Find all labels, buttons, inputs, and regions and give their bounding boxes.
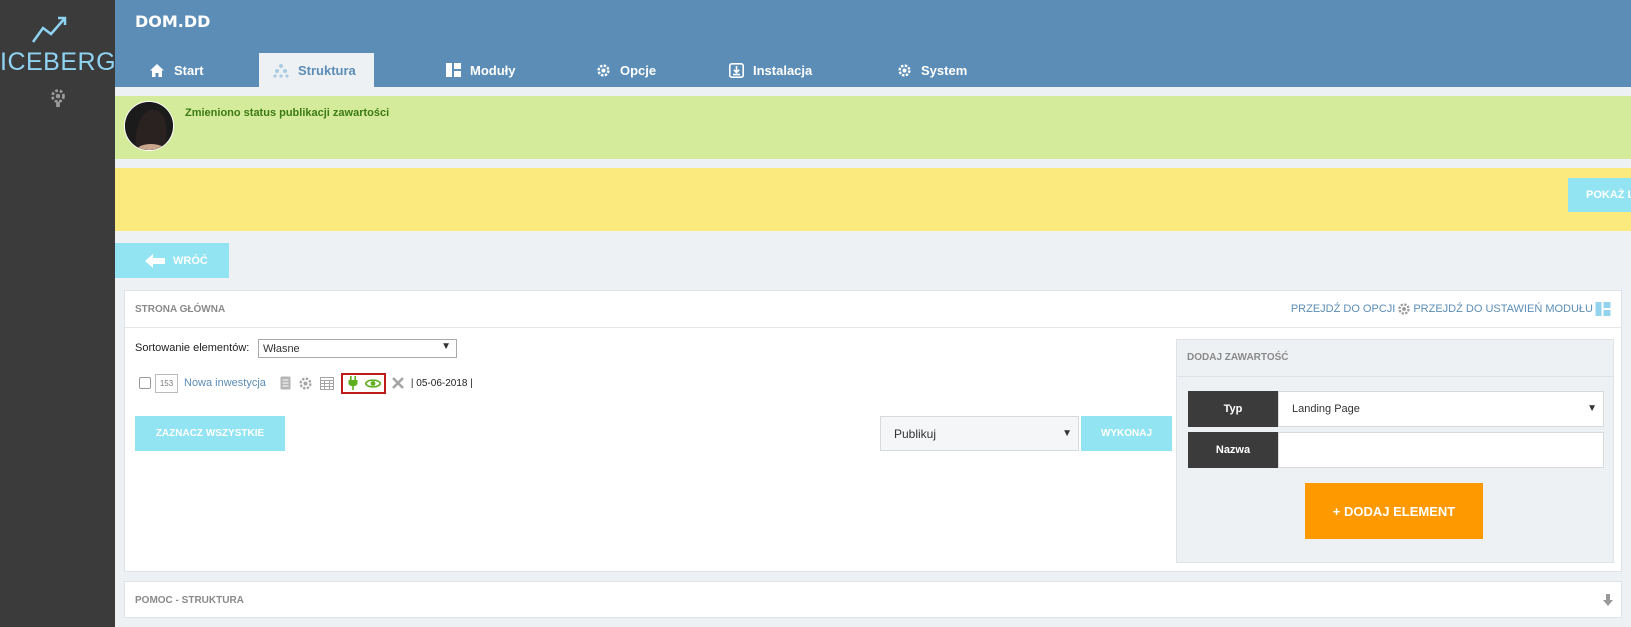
tab-label: System: [921, 62, 968, 78]
gear-icon[interactable]: [298, 376, 313, 391]
item-date: | 05-06-2018 |: [410, 377, 473, 389]
help-title: POMOC - STRUKTURA: [135, 595, 244, 606]
type-label: Typ: [1188, 391, 1278, 427]
sort-select[interactable]: Własne ▼: [258, 339, 457, 358]
name-field: Nazwa: [1188, 432, 1604, 468]
document-icon[interactable]: [280, 376, 291, 390]
tab-opcje[interactable]: Opcje: [596, 53, 656, 87]
logo-text: ICEBERG: [0, 48, 117, 76]
settings-gear-icon[interactable]: [47, 86, 69, 108]
help-panel[interactable]: POMOC - STRUKTURA: [124, 581, 1622, 618]
logo-chart-icon: [31, 16, 67, 43]
tab-label: Start: [174, 62, 204, 78]
panel-header: STRONA GŁÓWNA PRZEJDŹ DO OPCJI PRZEJDŹ D…: [125, 291, 1621, 328]
bulk-action-select[interactable]: Publikuj ▼: [880, 416, 1079, 451]
item-title-link[interactable]: Nowa inwestycja: [184, 377, 266, 389]
install-icon: [729, 62, 744, 78]
type-field: Typ Landing Page ▼: [1188, 391, 1604, 427]
add-content-box: DODAJ ZAWARTOŚĆ Typ Landing Page ▼ Nazwa…: [1176, 339, 1614, 563]
publish-status-group: [340, 372, 386, 394]
arrow-down-icon[interactable]: [1603, 594, 1613, 606]
back-button-label: WRÓĆ: [173, 254, 208, 267]
tab-system[interactable]: System: [897, 53, 967, 87]
warning-bar: POKAŻ LISTĘ: [115, 168, 1631, 231]
delete-icon[interactable]: [392, 377, 404, 389]
list-item: 153 Nowa inwestycja | 05-06-2018 |: [139, 372, 473, 394]
home-icon: [150, 63, 164, 77]
add-element-button[interactable]: + DODAJ ELEMENT: [1305, 483, 1483, 539]
select-all-button[interactable]: ZAZNACZ WSZYSTKIE: [135, 416, 285, 451]
item-checkbox[interactable]: [139, 377, 151, 389]
type-select[interactable]: Landing Page ▼: [1278, 391, 1604, 427]
notification-bar: Zmieniono status publikacji zawartości: [115, 96, 1631, 159]
show-list-button[interactable]: POKAŻ LISTĘ: [1568, 178, 1631, 212]
eye-icon[interactable]: [364, 378, 381, 389]
sidebar: ICEBERG: [0, 0, 117, 627]
dropdown-caret-icon: ▼: [441, 341, 451, 352]
bulk-action-value: Publikuj: [894, 426, 937, 441]
tab-label: Moduły: [470, 62, 516, 78]
execute-button[interactable]: WYKONAJ: [1081, 416, 1172, 451]
app-title: DOM.DD: [135, 12, 211, 31]
tab-start[interactable]: Start: [149, 53, 204, 87]
sort-select-value: Własne: [263, 342, 300, 355]
gear-icon: [1398, 303, 1411, 315]
calendar-icon[interactable]: [319, 376, 334, 390]
type-select-value: Landing Page: [1292, 403, 1360, 415]
structure-icon: [273, 63, 289, 78]
arrow-left-icon: [145, 253, 165, 268]
structure-panel: STRONA GŁÓWNA PRZEJDŹ DO OPCJI PRZEJDŹ D…: [124, 290, 1622, 572]
name-input[interactable]: [1278, 432, 1604, 468]
name-label: Nazwa: [1188, 432, 1278, 468]
go-to-module-settings-link[interactable]: PRZEJDŹ DO USTAWIEŃ MODUŁU: [1413, 303, 1593, 315]
tab-moduly[interactable]: Moduły: [446, 53, 516, 87]
tab-instalacja[interactable]: Instalacja: [729, 53, 812, 87]
tab-label: Opcje: [620, 62, 657, 78]
panel-title: STRONA GŁÓWNA: [135, 304, 226, 315]
top-navigation: DOM.DD Start Struktura Moduły Opcje Inst…: [115, 0, 1631, 87]
go-to-options-link[interactable]: PRZEJDŹ DO OPCJI: [1291, 303, 1396, 315]
tab-struktura[interactable]: Struktura: [259, 53, 374, 87]
plug-icon[interactable]: [348, 376, 358, 390]
add-content-title: DODAJ ZAWARTOŚĆ: [1187, 352, 1289, 363]
dropdown-caret-icon: ▼: [1062, 428, 1072, 439]
gear-icon: [597, 63, 610, 77]
sort-label: Sortowanie elementów:: [135, 342, 250, 354]
tab-label: Instalacja: [753, 62, 813, 78]
item-id-badge: 153: [155, 373, 178, 393]
avatar: [124, 101, 174, 151]
modules-icon: [1595, 302, 1611, 316]
back-button[interactable]: WRÓĆ: [115, 243, 229, 278]
gear-icon: [898, 63, 911, 77]
tab-label: Struktura: [298, 62, 356, 78]
notification-message: Zmieniono status publikacji zawartości: [185, 107, 390, 119]
panel-links: PRZEJDŹ DO OPCJI PRZEJDŹ DO USTAWIEŃ MOD…: [1291, 302, 1613, 316]
dropdown-caret-icon: ▼: [1587, 403, 1597, 414]
add-content-header: DODAJ ZAWARTOŚĆ: [1177, 340, 1613, 377]
modules-icon: [446, 63, 461, 77]
